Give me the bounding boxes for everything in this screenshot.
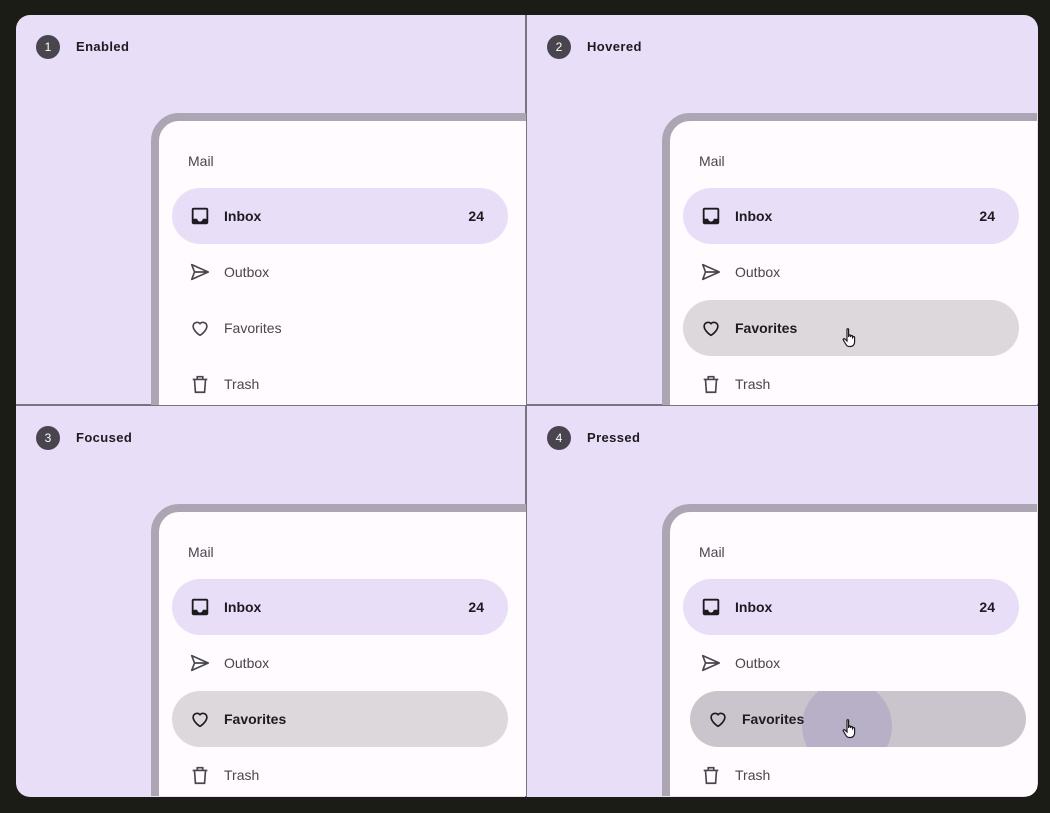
badge-count: 24 [979, 599, 995, 615]
nav-item-label: Outbox [735, 264, 781, 280]
badge-count: 24 [468, 208, 484, 224]
nav-item-label: Favorites [224, 320, 282, 336]
step-badge: 1 [36, 35, 60, 59]
nav-item-label: Inbox [224, 599, 262, 615]
step-badge: 4 [547, 426, 571, 450]
nav-item-label: Outbox [224, 655, 270, 671]
nav-item-label: Favorites [735, 320, 798, 336]
trash-icon [699, 763, 723, 787]
send-icon [188, 651, 212, 675]
quadrant-hovered: 2 Hovered Mail Inbox 24 Outbox Favorites… [527, 15, 1037, 405]
nav-item-label: Trash [735, 376, 771, 392]
heart-icon [188, 316, 212, 340]
nav-item-label: Inbox [224, 208, 262, 224]
badge-count: 24 [979, 208, 995, 224]
drawer-headline: Mail [699, 544, 725, 560]
nav-item-inbox[interactable]: Inbox 24 [172, 188, 508, 244]
nav-item-label: Inbox [735, 208, 773, 224]
states-showcase: 1 Enabled Mail Inbox 24 Outbox Favorites… [16, 15, 1038, 797]
step-badge: 2 [547, 35, 571, 59]
quadrant-pressed: 4 Pressed Mail Inbox 24 Outbox Favorites… [527, 406, 1037, 796]
inbox-icon [699, 595, 723, 619]
nav-item-label: Favorites [224, 711, 287, 727]
nav-item-outbox[interactable]: Outbox [172, 244, 508, 300]
inbox-icon [699, 204, 723, 228]
state-label: Pressed [587, 430, 641, 445]
nav-item-favorites[interactable]: Favorites [172, 691, 508, 747]
nav-item-inbox[interactable]: Inbox 24 [172, 579, 508, 635]
nav-item-trash[interactable]: Trash [683, 747, 1019, 796]
drawer-headline: Mail [699, 153, 725, 169]
inbox-icon [188, 595, 212, 619]
state-label: Focused [76, 430, 133, 445]
heart-icon [188, 707, 212, 731]
nav-item-favorites[interactable]: Favorites [172, 300, 508, 356]
nav-item-label: Outbox [735, 655, 781, 671]
step-badge: 3 [36, 426, 60, 450]
nav-item-inbox[interactable]: Inbox 24 [683, 579, 1019, 635]
nav-item-inbox[interactable]: Inbox 24 [683, 188, 1019, 244]
nav-item-label: Trash [224, 376, 260, 392]
trash-icon [699, 372, 723, 396]
drawer-headline: Mail [188, 544, 214, 560]
heart-icon [699, 316, 723, 340]
trash-icon [188, 372, 212, 396]
badge-count: 24 [468, 599, 484, 615]
state-label: Enabled [76, 39, 130, 54]
inbox-icon [188, 204, 212, 228]
nav-item-label: Favorites [742, 711, 805, 727]
nav-item-outbox[interactable]: Outbox [172, 635, 508, 691]
hand-cursor-icon [842, 328, 856, 348]
quadrant-focused: 3 Focused Mail Inbox 24 Outbox Favorites… [16, 406, 526, 796]
nav-item-trash[interactable]: Trash [172, 747, 508, 796]
nav-item-trash[interactable]: Trash [172, 356, 508, 405]
nav-item-outbox[interactable]: Outbox [683, 635, 1019, 691]
quadrant-enabled: 1 Enabled Mail Inbox 24 Outbox Favorites… [16, 15, 526, 405]
nav-item-label: Trash [224, 767, 260, 783]
nav-item-outbox[interactable]: Outbox [683, 244, 1019, 300]
nav-item-label: Inbox [735, 599, 773, 615]
nav-item-label: Trash [735, 767, 771, 783]
nav-item-label: Outbox [224, 264, 270, 280]
send-icon [188, 260, 212, 284]
send-icon [699, 260, 723, 284]
nav-item-trash[interactable]: Trash [683, 356, 1019, 405]
trash-icon [188, 763, 212, 787]
drawer-headline: Mail [188, 153, 214, 169]
state-label: Hovered [587, 39, 642, 54]
heart-icon [706, 707, 730, 731]
send-icon [699, 651, 723, 675]
